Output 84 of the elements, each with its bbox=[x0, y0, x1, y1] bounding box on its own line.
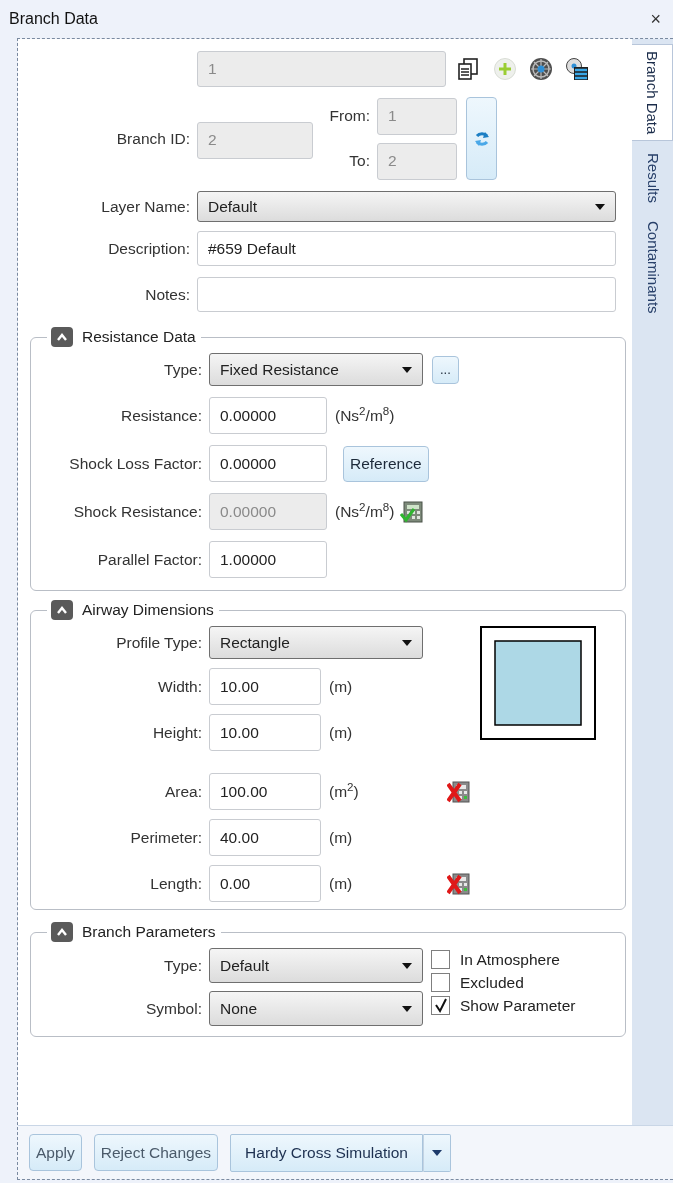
input-field[interactable]: 10.00 bbox=[209, 714, 321, 751]
caret-icon bbox=[595, 203, 605, 210]
unit-label: (Ns$^{2}$/m$^{8}$) bbox=[335, 499, 395, 522]
copy-icon bbox=[457, 57, 481, 81]
dropdown[interactable]: None bbox=[209, 991, 423, 1026]
checkbox-box[interactable] bbox=[431, 973, 450, 992]
field-label: Parallel Factor: bbox=[96, 549, 202, 570]
wheel-icon bbox=[529, 57, 553, 81]
field-label: Shock Resistance: bbox=[72, 501, 202, 522]
input-field[interactable]: 1.00000 bbox=[209, 541, 327, 578]
checkbox-box[interactable] bbox=[431, 996, 450, 1015]
add-icon bbox=[493, 57, 517, 81]
copy-button[interactable] bbox=[457, 57, 481, 81]
input-field[interactable] bbox=[197, 277, 616, 312]
caret-icon bbox=[431, 1149, 442, 1156]
field-label: Resistance: bbox=[120, 405, 202, 426]
input-field[interactable]: 0.00000 bbox=[209, 445, 327, 482]
side-tab[interactable]: Branch Data bbox=[632, 44, 673, 142]
field-label: Symbol: bbox=[145, 998, 202, 1019]
unit-label: (m) bbox=[329, 873, 353, 894]
field-label: Width: bbox=[157, 676, 202, 697]
collapse-button[interactable] bbox=[51, 921, 73, 942]
dropdown[interactable]: Fixed Resistance bbox=[209, 353, 423, 386]
checkbox-label: Excluded bbox=[460, 974, 524, 991]
field-label: Perimeter: bbox=[129, 827, 202, 848]
checkbox-label: Show Parameter bbox=[460, 997, 576, 1014]
unit-label: (m) bbox=[329, 827, 353, 848]
field-label: Description: bbox=[107, 238, 190, 259]
group-title: Airway Dimensions bbox=[82, 600, 214, 620]
unit-label: (m) bbox=[329, 722, 353, 743]
dropdown[interactable]: Rectangle bbox=[209, 626, 423, 659]
dropdown[interactable]: Default bbox=[197, 191, 616, 222]
group-title: Resistance Data bbox=[82, 327, 196, 347]
collapse-button[interactable] bbox=[51, 599, 73, 620]
reference-button[interactable]: Reference bbox=[343, 445, 429, 482]
field-label: Length: bbox=[149, 873, 202, 894]
calculator-error-icon[interactable] bbox=[447, 872, 470, 895]
field-label: From: bbox=[328, 106, 370, 127]
field-label: Shock Loss Factor: bbox=[68, 453, 202, 474]
wheel-button[interactable] bbox=[529, 57, 553, 81]
field-label: Layer Name: bbox=[100, 196, 190, 217]
caret-icon bbox=[402, 1005, 412, 1012]
collapse-button[interactable] bbox=[51, 326, 73, 347]
field-label: Height: bbox=[151, 722, 202, 743]
check-icon bbox=[433, 998, 448, 1013]
chevron-up-icon bbox=[56, 604, 68, 615]
dropdown[interactable]: Default bbox=[209, 948, 423, 983]
unit-label: (m) bbox=[329, 676, 353, 697]
unit-label: (m$^{2}$) bbox=[329, 779, 359, 802]
field-label: To: bbox=[348, 151, 370, 172]
close-button[interactable]: × bbox=[646, 10, 665, 28]
chevron-up-icon bbox=[56, 331, 68, 342]
input-field[interactable]: 10.00 bbox=[209, 668, 321, 705]
more-button[interactable]: ... bbox=[432, 355, 459, 384]
field-label: Area: bbox=[163, 781, 202, 802]
group-title: Branch Parameters bbox=[82, 922, 216, 942]
input-field[interactable]: 40.00 bbox=[209, 819, 321, 856]
window-title: Branch Data bbox=[9, 9, 98, 29]
field-label: Branch ID: bbox=[115, 128, 190, 149]
field-label: Notes: bbox=[144, 284, 190, 305]
unit-label: (Ns$^{2}$/m$^{8}$) bbox=[335, 403, 395, 426]
field-label: Type: bbox=[163, 359, 202, 380]
apply-button[interactable]: Apply bbox=[29, 1134, 82, 1171]
input-field[interactable]: 0.00000 bbox=[209, 397, 327, 434]
checkbox-label: In Atmosphere bbox=[460, 951, 560, 968]
input-field[interactable]: #659 Default bbox=[197, 231, 616, 266]
calculator-error-icon[interactable] bbox=[447, 780, 470, 803]
field-label: Profile Type: bbox=[115, 632, 202, 653]
swap-arrows-icon bbox=[473, 129, 490, 148]
input-field[interactable]: 100.00 bbox=[209, 773, 321, 810]
chevron-up-icon bbox=[56, 926, 68, 937]
reject-button[interactable]: Reject Changes bbox=[93, 1134, 219, 1171]
dropdown-toggle[interactable] bbox=[422, 1133, 451, 1172]
caret-icon bbox=[402, 366, 412, 373]
caret-icon bbox=[402, 639, 412, 646]
field-label: Type: bbox=[163, 955, 202, 976]
side-tab[interactable]: Results bbox=[632, 147, 673, 210]
caret-icon bbox=[402, 962, 412, 969]
input-field[interactable]: 0.00 bbox=[209, 865, 321, 902]
layers-button[interactable] bbox=[565, 57, 589, 81]
layers-icon bbox=[565, 57, 589, 81]
checkbox-box[interactable] bbox=[431, 950, 450, 969]
simulation-button[interactable]: Hardy Cross Simulation bbox=[230, 1133, 423, 1172]
side-tab[interactable]: Contaminants bbox=[632, 215, 673, 320]
